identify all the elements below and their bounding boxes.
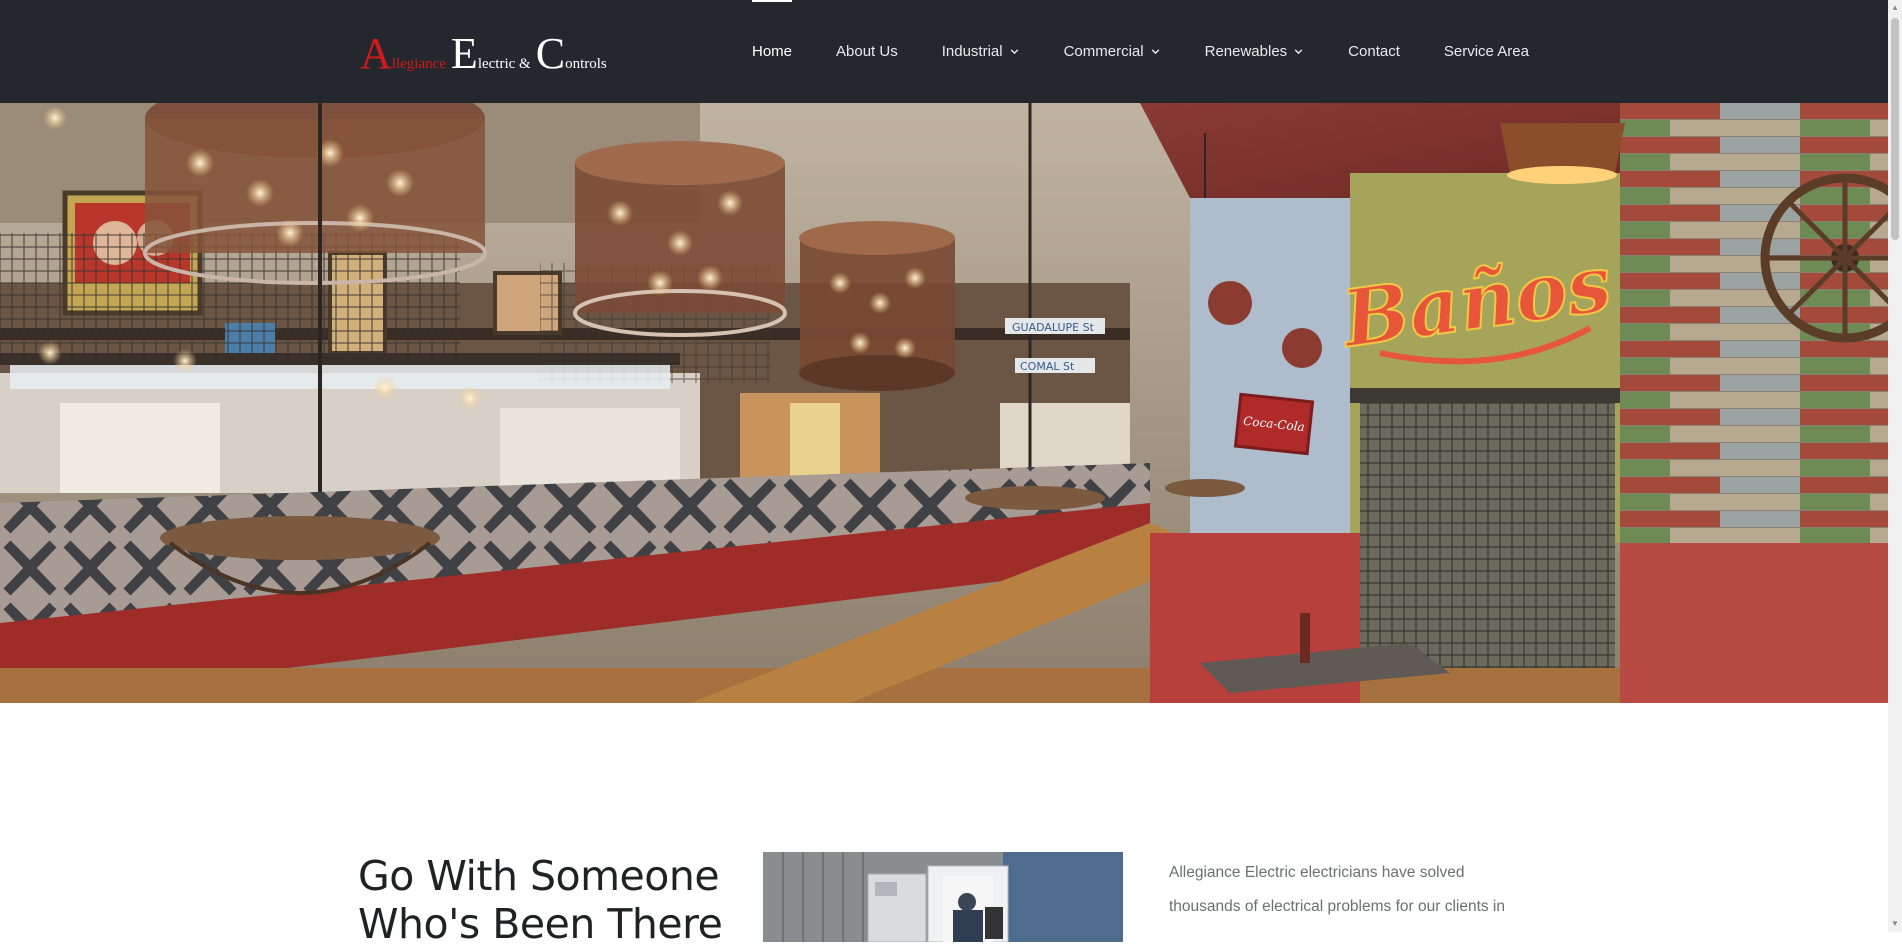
chevron-down-icon xyxy=(1151,49,1159,55)
logo-word-allegiance: llegiance xyxy=(391,56,446,72)
nav-industrial[interactable]: Industrial xyxy=(920,0,1042,103)
nav-service-area[interactable]: Service Area xyxy=(1422,0,1551,103)
page-scrollbar[interactable]: ▲ ▼ xyxy=(1888,0,1902,932)
electrician-panel-image xyxy=(763,852,1123,942)
restaurant-interior-image: GUADALUPE St COMAL St Baños Coca-Cola xyxy=(0,103,1888,703)
nav-service-area-label: Service Area xyxy=(1443,43,1529,60)
company-logo[interactable]: A llegiance E lectric & C ontrols xyxy=(360,28,612,78)
logo-letter-a: A xyxy=(360,29,392,78)
nav-about-us[interactable]: About Us xyxy=(814,0,920,103)
chevron-down-icon xyxy=(1294,49,1303,55)
scrollbar-thumb[interactable] xyxy=(1891,18,1899,240)
nav-industrial-label: Industrial xyxy=(941,43,1003,60)
section-heading: Go With Someone Who's Been There xyxy=(358,852,723,948)
logo-letter-e: E xyxy=(450,29,478,78)
scroll-up-icon[interactable]: ▲ xyxy=(1891,4,1899,12)
nav-commercial[interactable]: Commercial xyxy=(1042,0,1183,103)
nav-about-us-label: About Us xyxy=(836,43,898,60)
chevron-down-icon xyxy=(1010,49,1018,55)
hero-slider: GUADALUPE St COMAL St Baños Coca-Cola xyxy=(0,103,1888,703)
logo-letter-c: C xyxy=(535,29,566,78)
logo-word-controls: ontrols xyxy=(565,56,607,72)
scroll-down-icon[interactable]: ▼ xyxy=(1891,920,1899,928)
nav-contact[interactable]: Contact xyxy=(1326,0,1422,103)
nav-home-label: Home xyxy=(752,43,793,60)
intro-paragraph: Allegiance Electric electricians have so… xyxy=(1169,864,1505,915)
street-sign-1: GUADALUPE St xyxy=(1012,321,1095,334)
logo-word-electric: lectric & xyxy=(477,56,531,72)
nav-contact-label: Contact xyxy=(1348,43,1400,60)
street-sign-2: COMAL St xyxy=(1020,360,1075,373)
site-header: A llegiance E lectric & C ontrols Home A… xyxy=(0,0,1888,103)
electrician-photo xyxy=(763,852,1123,942)
main-nav: Home About Us Industrial Commercial Rene… xyxy=(730,0,1551,103)
nav-renewables-label: Renewables xyxy=(1204,43,1288,60)
nav-commercial-label: Commercial xyxy=(1063,43,1144,60)
nav-home[interactable]: Home xyxy=(730,0,814,103)
nav-renewables[interactable]: Renewables xyxy=(1183,0,1327,103)
